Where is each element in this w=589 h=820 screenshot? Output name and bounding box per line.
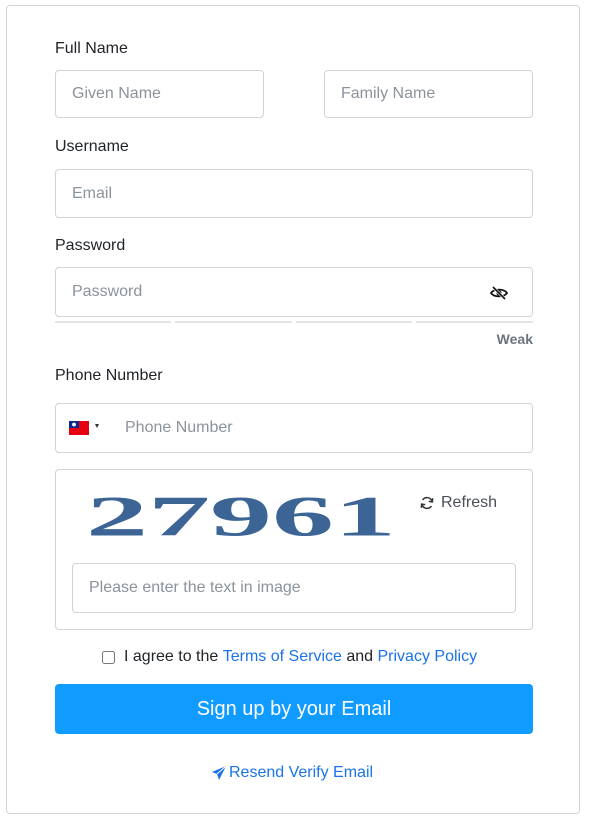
captcha-refresh-button[interactable]: Refresh: [419, 494, 497, 512]
agree-checkbox[interactable]: [102, 650, 115, 664]
terms-link[interactable]: Terms of Service: [223, 648, 342, 666]
strength-bar-3: [296, 321, 412, 323]
resend-label: Resend Verify Email: [229, 764, 374, 781]
resend-verify-link[interactable]: Resend Verify Email: [211, 764, 373, 782]
agree-prefix: I agree to the: [124, 648, 219, 665]
taiwan-flag-icon[interactable]: [69, 421, 89, 435]
email-input[interactable]: [55, 169, 533, 218]
username-label: Username: [55, 138, 129, 155]
strength-bar-1: [55, 321, 171, 323]
refresh-label: Refresh: [441, 494, 498, 511]
strength-bar-4: [416, 321, 533, 323]
captcha-image: 27961: [86, 486, 396, 549]
strength-bar-2: [175, 321, 292, 323]
paper-plane-icon: [212, 765, 227, 780]
captcha-input[interactable]: [72, 563, 516, 613]
family-name-input[interactable]: [324, 70, 533, 118]
phone-label: Phone Number: [55, 367, 163, 384]
refresh-icon: [420, 496, 434, 510]
password-label: Password: [55, 237, 126, 254]
captcha-text: 27961: [86, 486, 396, 549]
country-dropdown-caret-icon[interactable]: [95, 424, 99, 428]
password-strength-label: Weak: [496, 331, 533, 347]
eye-slash-icon[interactable]: [489, 283, 509, 303]
phone-input[interactable]: [112, 405, 548, 451]
agree-row: I agree to the Terms of Service and Priv…: [102, 648, 477, 666]
privacy-link[interactable]: Privacy Policy: [378, 648, 478, 666]
given-name-input[interactable]: [55, 70, 264, 118]
password-input[interactable]: [55, 267, 533, 317]
agree-and: and: [346, 648, 374, 665]
signup-button[interactable]: Sign up by your Email: [55, 684, 533, 734]
full-name-label: Full Name: [55, 40, 128, 57]
